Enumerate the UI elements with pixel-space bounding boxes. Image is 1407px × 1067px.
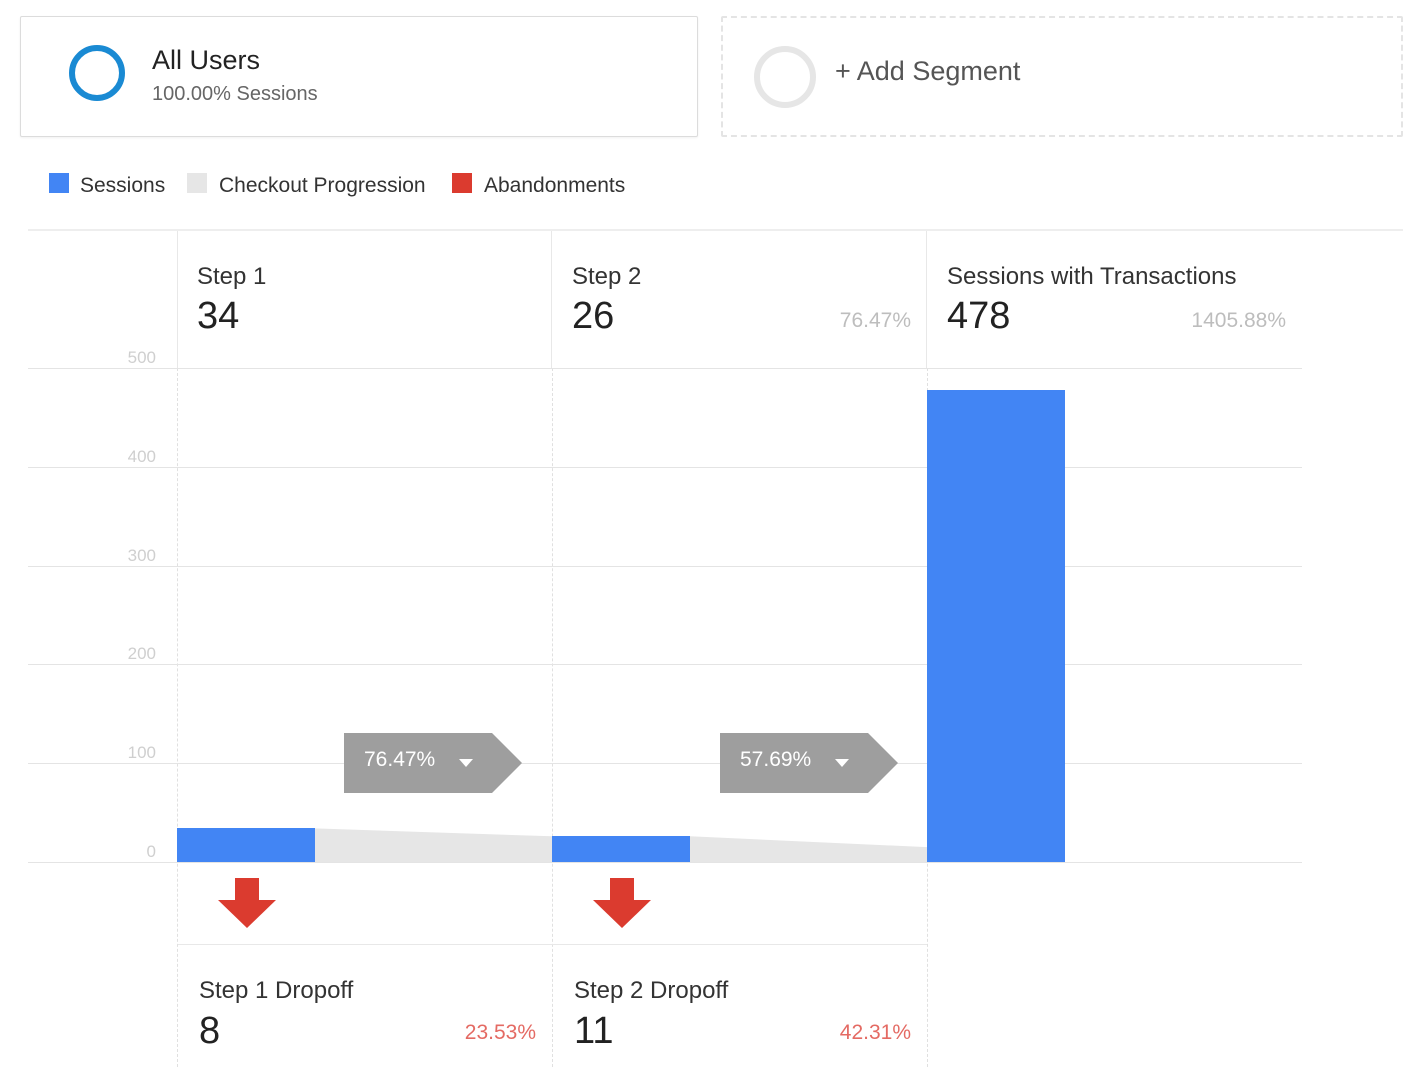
grid-line <box>28 763 1302 764</box>
dropoff-1-name: Step 1 Dropoff <box>199 977 354 1004</box>
grid-line <box>28 566 1302 567</box>
dropoff-2-value: 11 <box>574 1010 614 1052</box>
segment-subtitle: 100.00% Sessions <box>152 83 318 105</box>
add-segment-button[interactable]: + Add Segment <box>721 16 1403 137</box>
caret-down-icon <box>459 759 473 767</box>
legend-swatch-checkout-progression <box>187 173 207 193</box>
add-segment-label: + Add Segment <box>835 56 1021 86</box>
transactions-name: Sessions with Transactions <box>947 263 1237 290</box>
step-1-name: Step 1 <box>197 263 267 290</box>
step-2-percent: 76.47% <box>839 309 911 332</box>
legend-swatch-abandonments <box>452 173 472 193</box>
y-tick-label: 400 <box>127 447 156 466</box>
y-tick-label: 0 <box>146 842 156 861</box>
dropoff-1-value: 8 <box>199 1010 221 1052</box>
dropoff-2-name: Step 2 Dropoff <box>574 977 729 1004</box>
grid-line <box>28 368 1302 369</box>
empty-segment-ring-icon <box>754 46 816 108</box>
grid-line <box>28 862 1302 863</box>
legend-label-sessions: Sessions <box>80 174 166 197</box>
segment-ring-icon <box>69 45 125 101</box>
checkout-progression-1 <box>315 828 552 862</box>
column-divider <box>177 231 178 368</box>
dropoff-1-percent: 23.53% <box>464 1021 536 1044</box>
legend-swatch-sessions <box>49 173 69 193</box>
legend-label-abandonments: Abandonments <box>484 174 626 197</box>
column-divider <box>926 231 927 368</box>
dropoff-2-percent: 42.31% <box>839 1021 911 1044</box>
abandonment-arrow-icon[interactable] <box>218 878 278 930</box>
progression-rate-dropdown-2[interactable]: 57.69% <box>720 733 900 793</box>
bar-step-2-sessions[interactable] <box>552 836 690 862</box>
funnel-top-border <box>28 229 1403 231</box>
segment-all-users[interactable]: All Users 100.00% Sessions <box>20 16 698 137</box>
column-dashed-divider <box>177 368 178 1067</box>
grid-line <box>28 467 1302 468</box>
y-tick-label: 100 <box>127 743 156 762</box>
progression-rate-2: 57.69% <box>740 748 812 771</box>
segment-title: All Users <box>152 45 261 75</box>
transactions-percent: 1405.88% <box>1191 309 1286 332</box>
step-2-value: 26 <box>572 295 615 337</box>
step-1-value: 34 <box>197 295 240 337</box>
column-dashed-divider <box>552 368 553 1067</box>
step-2-name: Step 2 <box>572 263 642 290</box>
legend-label-checkout-progression: Checkout Progression <box>219 174 426 197</box>
progression-rate-1: 76.47% <box>364 748 436 771</box>
transactions-value: 478 <box>947 295 1011 337</box>
bar-step-1-sessions[interactable] <box>177 828 315 862</box>
grid-line <box>28 664 1302 665</box>
y-tick-label: 300 <box>127 546 156 565</box>
dropoff-top-border <box>178 944 927 945</box>
abandonment-arrow-icon[interactable] <box>593 878 653 930</box>
y-tick-label: 200 <box>127 644 156 663</box>
column-divider <box>551 231 552 368</box>
caret-down-icon <box>835 759 849 767</box>
progression-rate-dropdown-1[interactable]: 76.47% <box>344 733 524 793</box>
checkout-progression-2 <box>690 836 927 862</box>
y-tick-label: 500 <box>127 348 156 367</box>
bar-transactions-sessions[interactable] <box>927 390 1065 862</box>
checkout-progression-area <box>315 828 927 862</box>
